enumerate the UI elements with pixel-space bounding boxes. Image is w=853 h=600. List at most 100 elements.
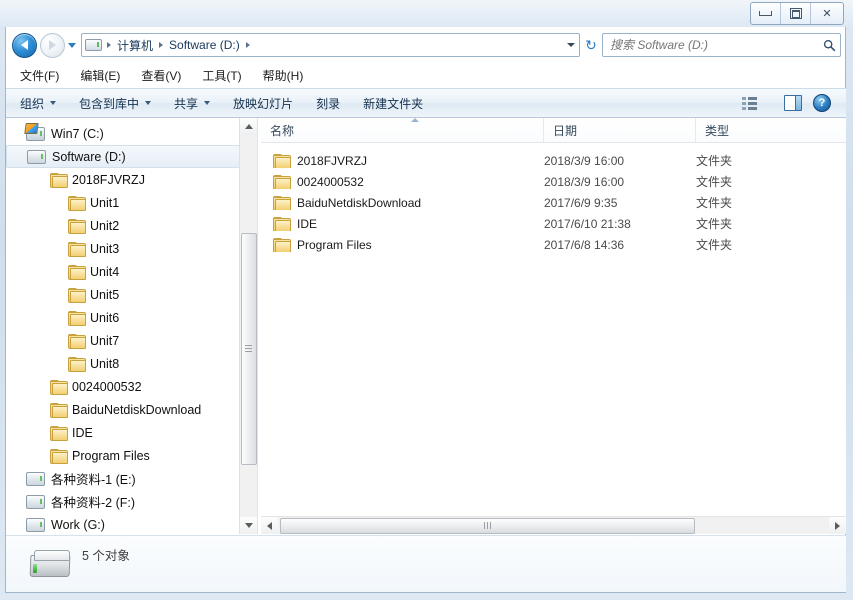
sidebar-vertical-scrollbar[interactable] — [239, 118, 257, 534]
slideshow-label: 放映幻灯片 — [233, 96, 294, 111]
tree-item[interactable]: Win7 (C:) — [6, 122, 240, 145]
file-row[interactable]: BaiduNetdiskDownload 2017/6/9 9:35 文件夹 — [261, 192, 846, 213]
address-bar[interactable]: 计算机 Software (D:) — [81, 33, 580, 57]
tree-item-label: BaiduNetdiskDownload — [72, 402, 202, 417]
horizontal-scrollbar[interactable] — [261, 516, 846, 534]
new-folder-button[interactable]: 新建文件夹 — [354, 91, 432, 116]
tree-item-label: Unit8 — [90, 356, 120, 371]
horizontal-scroll-thumb[interactable] — [280, 518, 695, 534]
file-type-cell: 文件夹 — [696, 154, 733, 168]
search-input[interactable] — [603, 37, 818, 53]
scroll-left-button[interactable] — [261, 517, 278, 534]
burn-label: 刻录 — [316, 96, 341, 111]
new-folder-label: 新建文件夹 — [363, 96, 424, 111]
refresh-button[interactable]: ↻ — [580, 34, 602, 56]
tree-item[interactable]: Software (D:) — [6, 145, 240, 168]
status-item-count: 5 个对象 — [82, 548, 130, 563]
help-button[interactable]: ? — [809, 92, 843, 114]
folder-icon — [50, 380, 68, 395]
file-row[interactable]: Program Files 2017/6/8 14:36 文件夹 — [261, 234, 846, 255]
organize-button[interactable]: 组织 — [11, 91, 65, 116]
tree-item[interactable]: Unit2 — [6, 214, 240, 237]
minimize-button[interactable] — [751, 3, 781, 24]
file-date-cell: 2017/6/8 14:36 — [544, 237, 625, 252]
explorer-window: ✕ 计算机 Software (D:) ↻ 搜索 Software (D:) 文… — [0, 0, 853, 600]
file-name-cell: BaiduNetdiskDownload — [261, 196, 544, 210]
tree-item-icon — [26, 126, 45, 141]
tree-item[interactable]: Unit7 — [6, 329, 240, 352]
folder-icon — [68, 311, 86, 326]
tree-item[interactable]: Unit5 — [6, 283, 240, 306]
tree-item-icon — [50, 449, 68, 464]
tree-item-icon — [26, 517, 45, 532]
triangle-right-icon — [835, 521, 840, 530]
file-row[interactable]: 2018FJVRZJ 2018/3/9 16:00 文件夹 — [261, 150, 846, 171]
file-name-cell: 0024000532 — [261, 175, 544, 189]
tree-item[interactable]: 各种资料-2 (F:) — [6, 490, 240, 513]
breadcrumb: 计算机 Software (D:) — [82, 34, 563, 56]
folder-icon — [273, 196, 291, 210]
tree-item[interactable]: 各种资料-1 (E:) — [6, 467, 240, 490]
tree-item[interactable]: IDE — [6, 421, 240, 444]
tree-item-label: Software (D:) — [52, 149, 126, 164]
sidebar-scroll-thumb[interactable] — [241, 233, 257, 465]
search-icon[interactable] — [818, 39, 840, 52]
breadcrumb-item-computer[interactable]: 计算机 — [114, 35, 156, 56]
tree-item[interactable]: 0024000532 — [6, 375, 240, 398]
organize-label: 组织 — [20, 96, 45, 111]
scroll-right-button[interactable] — [829, 517, 846, 534]
toolbar: 组织 包含到库中 共享 放映幻灯片 刻录 新建文件夹 ? — [6, 88, 846, 118]
horizontal-scroll-track[interactable] — [278, 517, 829, 534]
tree-item-label: Unit4 — [90, 264, 120, 279]
folder-icon — [68, 334, 86, 349]
folder-icon — [68, 219, 86, 234]
forward-button[interactable] — [40, 32, 65, 58]
file-row[interactable]: 0024000532 2018/3/9 16:00 文件夹 — [261, 171, 846, 192]
breadcrumb-item-software-d[interactable]: Software (D:) — [166, 36, 243, 54]
tree-item[interactable]: BaiduNetdiskDownload — [6, 398, 240, 421]
burn-button[interactable]: 刻录 — [307, 91, 349, 116]
tree-item-icon — [68, 288, 86, 303]
share-with-label: 共享 — [174, 96, 199, 111]
maximize-button[interactable] — [781, 3, 811, 24]
change-view-button[interactable] — [738, 95, 777, 112]
tree-item[interactable]: Unit6 — [6, 306, 240, 329]
menu-tools[interactable]: 工具(T) — [199, 65, 244, 86]
tree-item[interactable]: Unit8 — [6, 352, 240, 375]
breadcrumb-separator-icon[interactable] — [245, 42, 250, 48]
tree-item[interactable]: Work (G:) — [6, 513, 240, 534]
tree-item[interactable]: Unit3 — [6, 237, 240, 260]
share-with-button[interactable]: 共享 — [165, 91, 219, 116]
drive-icon — [26, 471, 45, 486]
tree-item[interactable]: 2018FJVRZJ — [6, 168, 240, 191]
slideshow-button[interactable]: 放映幻灯片 — [224, 91, 302, 116]
file-type-cell: 文件夹 — [696, 175, 733, 189]
tree-item[interactable]: Program Files — [6, 444, 240, 467]
include-in-library-button[interactable]: 包含到库中 — [70, 91, 160, 116]
file-name-label: IDE — [297, 216, 318, 231]
preview-pane-button[interactable] — [780, 93, 806, 113]
close-button[interactable]: ✕ — [811, 3, 843, 24]
menu-help[interactable]: 帮助(H) — [260, 65, 307, 86]
column-header-date[interactable]: 日期 — [544, 118, 696, 142]
address-dropdown-button[interactable] — [563, 34, 579, 56]
menu-file[interactable]: 文件(F) — [17, 65, 62, 86]
drive-os-icon — [26, 126, 45, 141]
tree-item[interactable]: Unit1 — [6, 191, 240, 214]
tree-item[interactable]: Unit4 — [6, 260, 240, 283]
file-row[interactable]: IDE 2017/6/10 21:38 文件夹 — [261, 213, 846, 234]
column-header-type[interactable]: 类型 — [696, 118, 846, 142]
menu-view[interactable]: 查看(V) — [138, 65, 184, 86]
folder-icon — [50, 449, 68, 464]
search-box[interactable] — [602, 33, 841, 57]
scroll-up-button[interactable] — [240, 118, 257, 135]
arrow-left-icon — [21, 40, 28, 50]
recent-locations-button[interactable] — [65, 34, 79, 57]
main-content: Win7 (C:) Software (D:) 2018FJVRZJ Unit1 Uni… — [6, 118, 846, 534]
column-header-name[interactable]: 名称 — [261, 118, 544, 142]
menu-edit[interactable]: 编辑(E) — [77, 65, 123, 86]
file-type-cell: 文件夹 — [696, 196, 733, 210]
file-list-pane: 名称 日期 类型 2018FJVRZJ 2018/3/9 16:00 文件夹 0024… — [261, 118, 846, 534]
scroll-down-button[interactable] — [240, 517, 257, 534]
back-button[interactable] — [12, 32, 37, 58]
